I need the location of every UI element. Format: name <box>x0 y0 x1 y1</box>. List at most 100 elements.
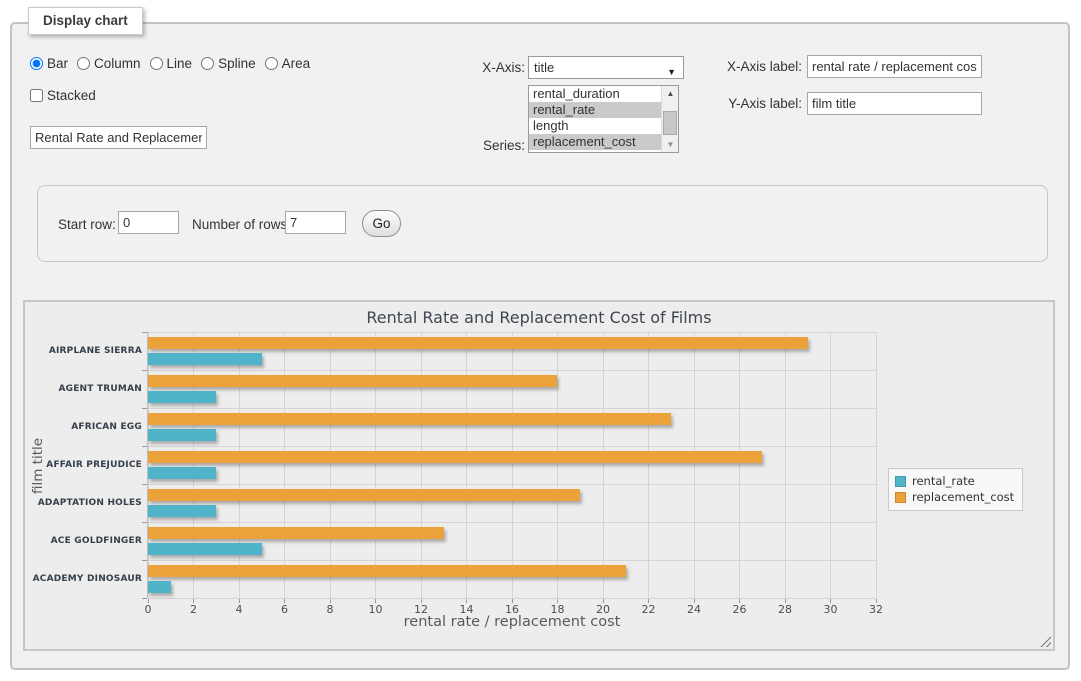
category-label: ADAPTATION HOLES <box>25 498 142 509</box>
gridline <box>148 560 876 561</box>
bar-rental_rate-adaptation-holes[interactable] <box>148 505 216 517</box>
series-option-rental_rate[interactable]: rental_rate <box>529 102 661 118</box>
bar-replacement_cost-adaptation-holes[interactable] <box>148 489 580 501</box>
scroll-down-icon[interactable]: ▼ <box>662 137 679 152</box>
scrollbar-thumb[interactable] <box>663 111 677 135</box>
num-rows-label: Number of rows: <box>192 217 291 232</box>
chart-title: Rental Rate and Replacement Cost of Film… <box>25 308 1053 327</box>
stacked-label: Stacked <box>47 88 96 103</box>
chart-type-radio-group: Bar Column Line Spline Area <box>30 56 319 71</box>
gridline <box>785 332 786 598</box>
y-tick <box>142 408 147 409</box>
x-axis-label-input[interactable] <box>807 55 982 78</box>
legend-item-rental_rate[interactable]: rental_rate <box>895 473 1014 489</box>
category-label: ACE GOLDFINGER <box>25 536 142 547</box>
chart-type-radio-area[interactable] <box>265 57 278 70</box>
gridline <box>148 332 876 333</box>
series-scrollbar[interactable]: ▲ ▼ <box>661 86 678 152</box>
series-select-label: Series: <box>440 138 525 153</box>
chart-title-input[interactable] <box>30 126 207 149</box>
gridline <box>148 370 876 371</box>
start-row-label: Start row: <box>58 217 116 232</box>
chart-type-radio-line[interactable] <box>150 57 163 70</box>
stacked-checkbox[interactable] <box>30 89 43 102</box>
series-options: rental_durationrental_ratelengthreplacem… <box>529 86 661 152</box>
series-option-replacement_cost[interactable]: replacement_cost <box>529 134 661 150</box>
series-option-rental_duration[interactable]: rental_duration <box>529 86 661 102</box>
gridline <box>330 332 331 598</box>
scroll-up-icon[interactable]: ▲ <box>662 86 679 101</box>
category-label: AGENT TRUMAN <box>25 384 142 395</box>
bar-replacement_cost-agent-truman[interactable] <box>148 375 557 387</box>
chart-type-radio-column[interactable] <box>77 57 90 70</box>
plot-area <box>148 332 876 598</box>
chart-type-area[interactable]: Area <box>265 56 311 71</box>
chart-type-line[interactable]: Line <box>150 56 193 71</box>
x-tick-label: 2 <box>174 603 214 616</box>
gridline <box>148 598 876 599</box>
chart-legend: rental_ratereplacement_cost <box>888 468 1023 511</box>
gridline <box>421 332 422 598</box>
x-tick-label: 16 <box>492 603 532 616</box>
bar-replacement_cost-airplane-sierra[interactable] <box>148 337 808 349</box>
row-range-box <box>37 185 1048 262</box>
bar-rental_rate-african-egg[interactable] <box>148 429 216 441</box>
go-button[interactable]: Go <box>362 210 401 237</box>
gridline <box>193 332 194 598</box>
chart-type-bar[interactable]: Bar <box>30 56 68 71</box>
x-axis-selected-value: title <box>534 60 554 75</box>
category-label: AFFAIR PREJUDICE <box>25 460 142 471</box>
bar-replacement_cost-affair-prejudice[interactable] <box>148 451 762 463</box>
stacked-checkbox-row[interactable]: Stacked <box>30 88 96 103</box>
bar-rental_rate-affair-prejudice[interactable] <box>148 467 216 479</box>
x-tick-label: 12 <box>401 603 441 616</box>
y-axis-label-field-label: Y-Axis label: <box>712 96 802 111</box>
bar-rental_rate-agent-truman[interactable] <box>148 391 216 403</box>
y-tick <box>142 560 147 561</box>
x-tick-label: 20 <box>583 603 623 616</box>
y-tick <box>142 598 147 599</box>
chart-type-radio-bar[interactable] <box>30 57 43 70</box>
chart-type-label: Spline <box>218 56 256 71</box>
gridline <box>648 332 649 598</box>
start-row-input[interactable] <box>118 211 179 234</box>
x-tick-label: 18 <box>538 603 578 616</box>
legend-item-replacement_cost[interactable]: replacement_cost <box>895 489 1014 505</box>
dropdown-arrow-icon: ▼ <box>667 62 676 83</box>
gridline <box>148 332 149 598</box>
bar-rental_rate-ace-goldfinger[interactable] <box>148 543 262 555</box>
bar-replacement_cost-academy-dinosaur[interactable] <box>148 565 626 577</box>
chart-type-spline[interactable]: Spline <box>201 56 256 71</box>
chart-type-radio-spline[interactable] <box>201 57 214 70</box>
series-multiselect[interactable]: rental_durationrental_ratelengthreplacem… <box>528 85 679 153</box>
x-tick-label: 4 <box>219 603 259 616</box>
bar-rental_rate-airplane-sierra[interactable] <box>148 353 262 365</box>
x-axis-title: rental rate / replacement cost <box>148 614 876 630</box>
y-axis-label-input[interactable] <box>807 92 982 115</box>
chart-type-column[interactable]: Column <box>77 56 141 71</box>
gridline <box>148 446 876 447</box>
gridline <box>148 408 876 409</box>
bar-replacement_cost-african-egg[interactable] <box>148 413 671 425</box>
x-axis-select[interactable]: title ▼ <box>528 56 684 79</box>
y-tick <box>142 370 147 371</box>
legend-swatch-icon <box>895 476 906 487</box>
num-rows-input[interactable] <box>285 211 346 234</box>
gridline <box>512 332 513 598</box>
x-tick-label: 6 <box>265 603 305 616</box>
gridline <box>239 332 240 598</box>
legend-swatch-icon <box>895 492 906 503</box>
resize-handle-icon[interactable] <box>1040 636 1051 647</box>
gridline <box>148 522 876 523</box>
chart-type-label: Area <box>282 56 311 71</box>
bar-replacement_cost-ace-goldfinger[interactable] <box>148 527 444 539</box>
category-label: ACADEMY DINOSAUR <box>25 574 142 585</box>
gridline <box>466 332 467 598</box>
gridline <box>603 332 604 598</box>
gridline <box>557 332 558 598</box>
category-label: AFRICAN EGG <box>25 422 142 433</box>
x-tick-label: 8 <box>310 603 350 616</box>
bar-rental_rate-academy-dinosaur[interactable] <box>148 581 171 593</box>
x-tick-label: 32 <box>856 603 896 616</box>
series-option-length[interactable]: length <box>529 118 661 134</box>
